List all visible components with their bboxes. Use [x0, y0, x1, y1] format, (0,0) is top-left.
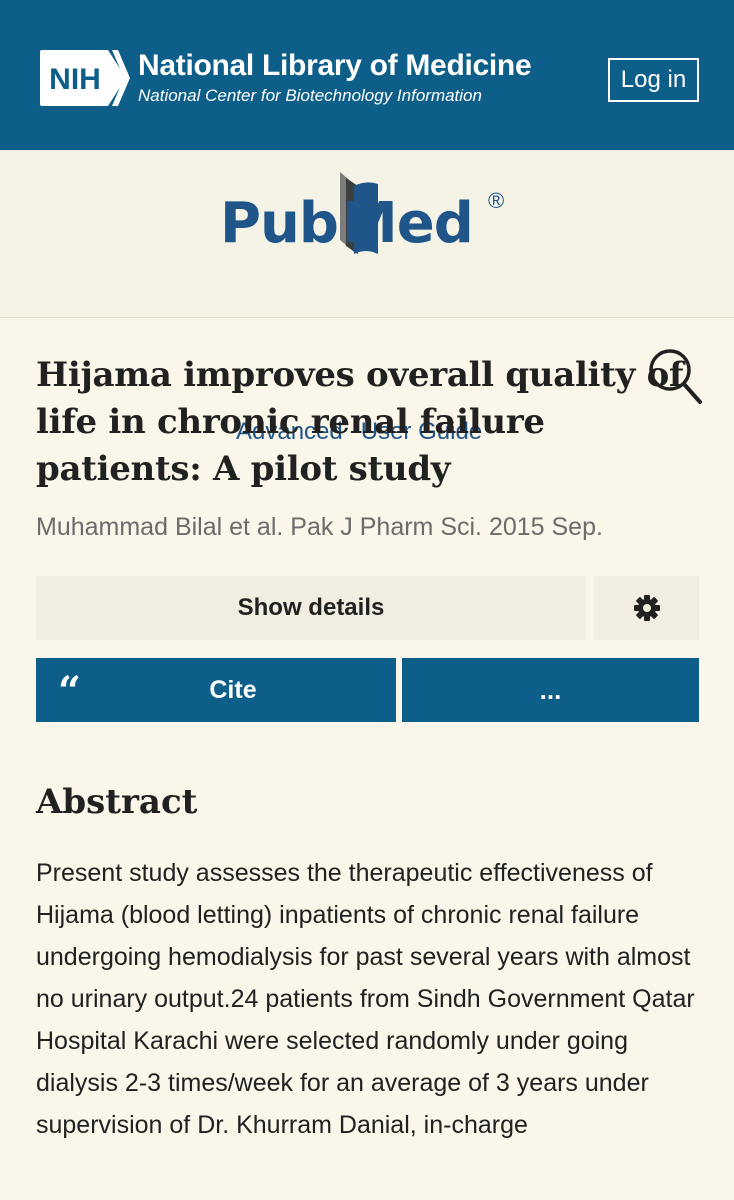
nih-badge-text: NIH: [49, 63, 101, 96]
cite-button[interactable]: “ Cite: [36, 658, 396, 722]
pubmed-logo-med: Med: [342, 191, 474, 256]
nlm-title: National Library of Medicine: [138, 49, 532, 82]
article-main: Hijama improves overall quality of life …: [36, 352, 699, 1139]
ncbi-subtitle: National Center for Biotechnology Inform…: [138, 86, 482, 105]
article-citation: Muhammad Bilal et al. Pak J Pharm Sci. 2…: [36, 513, 603, 541]
more-actions-button[interactable]: ...: [402, 658, 699, 722]
gear-icon: [633, 595, 660, 621]
pubmed-logo-link[interactable]: Pub Med ®: [218, 170, 518, 260]
nih-badge-icon: NIH: [38, 48, 130, 108]
action-row: “ Cite ...: [36, 658, 699, 722]
abstract-text: Present study assesses the therapeutic e…: [36, 859, 695, 1139]
nih-logo-link[interactable]: NIH National Library of Medicine Nationa…: [38, 48, 532, 108]
nih-text-block: National Library of Medicine National Ce…: [138, 49, 532, 107]
cite-label: Cite: [209, 675, 257, 704]
show-details-button[interactable]: Show details: [36, 576, 586, 640]
pubmed-header: Pub Med ® Advanced User Guide: [0, 150, 734, 445]
abstract-heading: Abstract: [36, 782, 198, 822]
pubmed-logo-pub: Pub: [220, 191, 339, 256]
nih-banner: NIH National Library of Medicine Nationa…: [0, 0, 734, 150]
display-options-button[interactable]: [594, 576, 699, 640]
article-title: Hijama improves overall quality of life …: [36, 355, 684, 489]
login-button[interactable]: Log in: [608, 58, 699, 102]
registered-mark: ®: [488, 188, 505, 213]
details-row: Show details: [36, 576, 699, 640]
